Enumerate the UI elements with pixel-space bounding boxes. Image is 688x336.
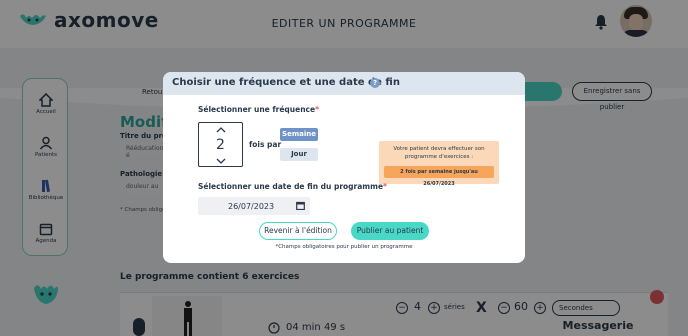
- frequency-value[interactable]: 2: [199, 137, 242, 153]
- option-day-button[interactable]: Jour: [280, 148, 318, 161]
- summary-box: Votre patient devra effectuer son progra…: [379, 141, 499, 187]
- modal-title: Choisir une fréquence et une date de fin: [172, 77, 400, 88]
- end-date-value: 26/07/2023: [228, 202, 275, 211]
- calendar-icon[interactable]: [296, 201, 305, 210]
- back-to-edit-button[interactable]: Revenir à l'édition: [259, 222, 337, 240]
- chevron-up-icon[interactable]: [216, 126, 226, 133]
- option-week-button[interactable]: Semaine: [280, 128, 318, 141]
- frequency-label: Sélectionner une fréquence*: [198, 105, 320, 114]
- summary-text: Votre patient devra effectuer son progra…: [393, 146, 485, 160]
- times-per-label: fois par: [249, 140, 282, 149]
- summary-pill: 2 fois par semaine jusqu'au 26/07/2023: [384, 166, 494, 187]
- end-date-label: Sélectionner une date de fin du programm…: [198, 182, 387, 191]
- required-fields-note: *Champs obligatoires pour publier un pro…: [275, 244, 413, 250]
- chevron-down-icon[interactable]: [216, 158, 226, 165]
- modal-header: Choisir une fréquence et une date de fin…: [163, 72, 525, 95]
- frequency-modal: Choisir une fréquence et une date de fin…: [163, 72, 525, 263]
- publish-to-patient-button[interactable]: Publier au patient: [351, 222, 429, 240]
- help-icon[interactable]: ?: [370, 78, 380, 88]
- end-date-input[interactable]: 26/07/2023: [198, 197, 310, 215]
- frequency-stepper[interactable]: 2: [198, 122, 243, 167]
